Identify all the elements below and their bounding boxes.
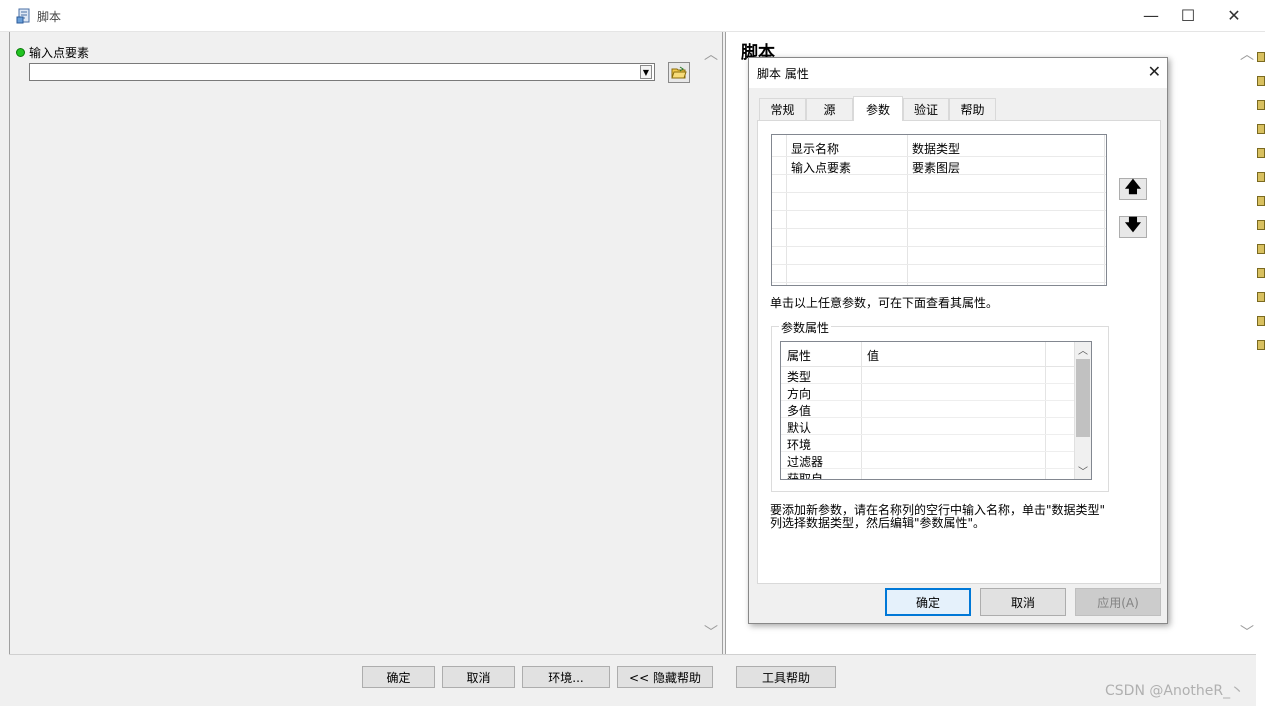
dialog-cancel-button[interactable]: 取消	[980, 588, 1066, 616]
close-button[interactable]: ✕	[1211, 0, 1257, 31]
tab-parameters[interactable]: 参数	[853, 96, 903, 121]
tab-general[interactable]: 常规	[759, 98, 806, 120]
table-row[interactable]: 类型	[781, 367, 1075, 384]
table-row[interactable]: 获取自	[781, 469, 1075, 480]
move-down-arrow-icon[interactable]: 🡇	[1119, 215, 1147, 238]
input-features-combobox[interactable]: ▼	[29, 63, 655, 81]
script-icon	[16, 8, 32, 24]
table-row[interactable]	[772, 229, 1106, 247]
column-header-value[interactable]: 值	[867, 347, 879, 364]
toolbox-icon	[1257, 220, 1265, 230]
table-row[interactable]	[772, 247, 1106, 265]
toolbox-icon	[1257, 52, 1265, 62]
dialog-apply-button: 应用(A)	[1075, 588, 1161, 616]
column-header-data-type[interactable]: 数据类型	[912, 140, 960, 157]
param-label: 输入点要素	[29, 46, 90, 60]
required-indicator-icon	[16, 48, 25, 57]
table-row[interactable]	[772, 193, 1106, 211]
param-display-name[interactable]: 输入点要素	[791, 159, 851, 176]
instructions-line-2: 列选择数据类型，然后编辑"参数属性"。	[770, 516, 986, 530]
toolbox-icon	[1257, 244, 1265, 254]
dialog-close-icon[interactable]: ✕	[1148, 62, 1161, 81]
instructions-text: 要添加新参数，请在名称列的空行中输入名称，单击"数据类型" 列选择数据类型，然后…	[770, 504, 1130, 530]
table-row[interactable]: 多值	[781, 401, 1075, 418]
table-row[interactable]	[772, 265, 1106, 283]
move-up-arrow-icon[interactable]: 🡅	[1119, 177, 1147, 200]
hide-help-button[interactable]: << 隐藏帮助	[617, 666, 713, 688]
toolbox-icon	[1257, 316, 1265, 326]
toolbox-icon	[1257, 172, 1265, 182]
grid-header-row: 显示名称 数据类型	[772, 135, 1106, 157]
properties-scrollbar[interactable]: ︿ ﹀	[1074, 342, 1091, 479]
property-name: 环境	[787, 438, 812, 452]
tool-help-button[interactable]: 工具帮助	[736, 666, 836, 688]
toolbox-icon	[1257, 76, 1265, 86]
ok-button[interactable]: 确定	[362, 666, 435, 688]
toolbox-icon	[1257, 292, 1265, 302]
toolbox-icon	[1257, 100, 1265, 110]
column-header-property[interactable]: 属性	[787, 347, 811, 364]
dialog-titlebar: 脚本 属性 ✕	[749, 58, 1167, 88]
grid-header-row: 属性 值	[781, 342, 1075, 367]
param-data-type[interactable]: 要素图层	[912, 159, 960, 176]
property-name: 获取自	[787, 472, 824, 480]
dropdown-arrow-icon[interactable]: ▼	[640, 65, 652, 79]
table-row[interactable]: 输入点要素 要素图层	[772, 157, 1106, 175]
scroll-down-chevron-icon[interactable]: ﹀	[704, 622, 718, 642]
window-titlebar: 脚本 — ☐ ✕	[0, 0, 1265, 32]
toolbox-icon	[1257, 124, 1265, 134]
scrollbar-thumb[interactable]	[1076, 359, 1090, 437]
parameter-properties-label: 参数属性	[779, 319, 832, 336]
cancel-button[interactable]: 取消	[442, 666, 515, 688]
tab-help[interactable]: 帮助	[949, 98, 996, 120]
maximize-button[interactable]: ☐	[1165, 0, 1211, 31]
scroll-up-arrow-icon[interactable]: ︿	[1078, 342, 1088, 357]
open-folder-icon	[671, 66, 687, 78]
property-name: 过滤器	[787, 455, 824, 469]
watermark: CSDN @AnotheR_丶	[1105, 683, 1245, 699]
parameter-properties-grid[interactable]: 属性 值 类型 方向 多值 默认 环境 过滤器 获取自 ︿ ﹀	[780, 341, 1092, 480]
table-row[interactable]: 方向	[781, 384, 1075, 401]
parameters-grid[interactable]: 显示名称 数据类型 输入点要素 要素图层	[771, 134, 1107, 286]
table-row[interactable]: 环境	[781, 435, 1075, 452]
property-name: 类型	[787, 370, 812, 384]
property-name: 方向	[787, 387, 812, 401]
toolbox-icon	[1257, 268, 1265, 278]
browse-folder-button[interactable]	[668, 62, 690, 83]
help-scroll-up-chevron-icon[interactable]: ︿	[1240, 44, 1254, 64]
property-name: 多值	[787, 404, 812, 418]
tool-parameters-panel	[9, 32, 723, 654]
column-header-display-name[interactable]: 显示名称	[791, 140, 839, 157]
scroll-down-arrow-icon[interactable]: ﹀	[1078, 463, 1088, 478]
scroll-up-chevron-icon[interactable]: ︿	[704, 44, 718, 64]
window-title: 脚本	[37, 10, 62, 24]
environments-button[interactable]: 环境...	[522, 666, 610, 688]
hint-text: 单击以上任意参数，可在下面查看其属性。	[770, 296, 999, 310]
table-row[interactable]: 默认	[781, 418, 1075, 435]
tab-source[interactable]: 源	[806, 98, 853, 120]
toolbox-icon	[1257, 148, 1265, 158]
table-row[interactable]	[772, 175, 1106, 193]
background-toolbox-strip	[1256, 32, 1265, 706]
tab-validation[interactable]: 验证	[903, 98, 949, 120]
bottom-button-bar: 确定 取消 环境... << 隐藏帮助 工具帮助	[9, 654, 1256, 699]
property-name: 默认	[787, 421, 812, 435]
table-row[interactable]	[772, 211, 1106, 229]
help-scroll-down-chevron-icon[interactable]: ﹀	[1240, 622, 1254, 642]
table-row[interactable]: 过滤器	[781, 452, 1075, 469]
dialog-title: 脚本 属性	[757, 67, 809, 81]
dialog-ok-button[interactable]: 确定	[885, 588, 971, 616]
toolbox-icon	[1257, 196, 1265, 206]
toolbox-icon	[1257, 340, 1265, 350]
script-properties-dialog: 脚本 属性 ✕ 常规 源 参数 验证 帮助 显示名称 数据类型 输入点要素 要素…	[748, 57, 1168, 624]
